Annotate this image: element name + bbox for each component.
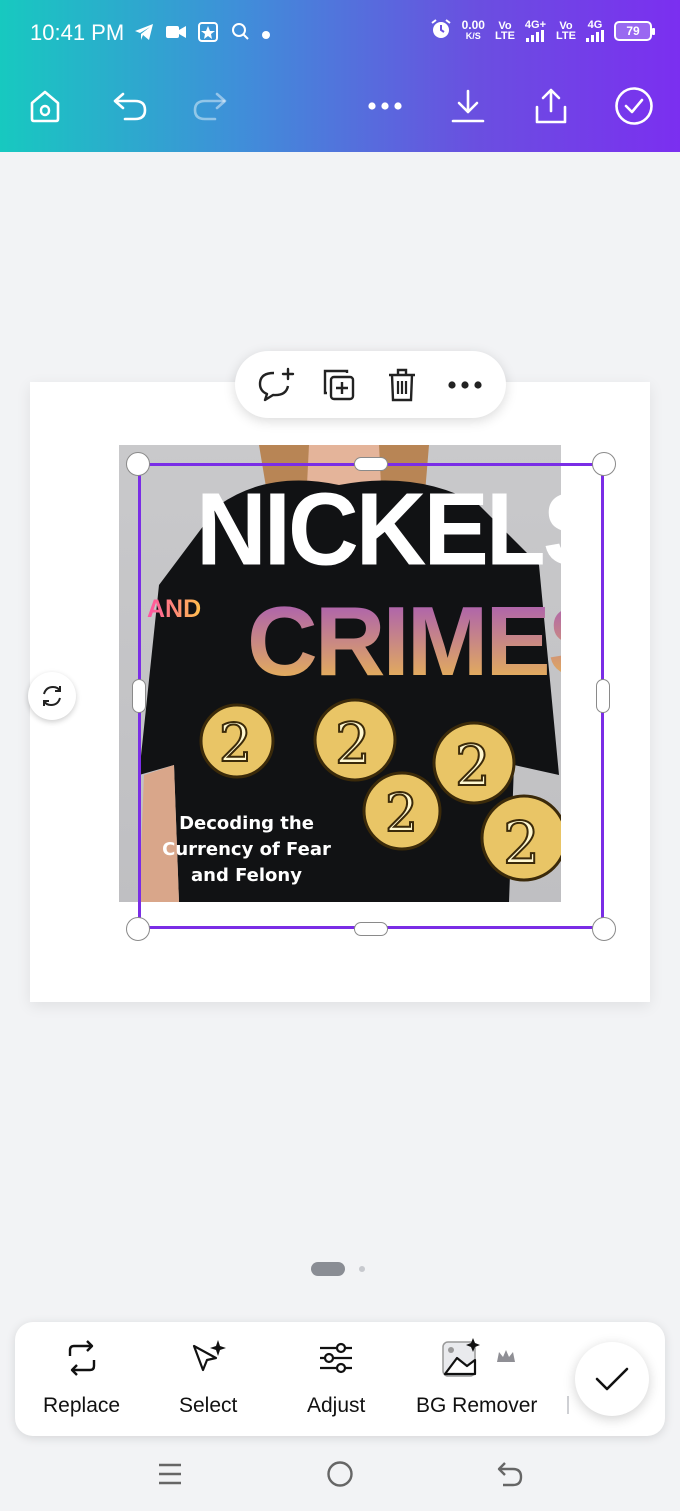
context-toolbar [235,351,506,418]
recents-button[interactable] [150,1454,190,1494]
page-indicator-current[interactable] [311,1262,345,1276]
add-comment-button[interactable] [252,361,300,409]
network-1: 4G+ [525,19,546,42]
status-indicators: 0.00 K/S Vo LTE 4G+ Vo LTE 4G 79 [430,17,655,43]
status-time: 10:41 PM [30,20,125,45]
bg-remover-label: BG Remover [416,1394,538,1417]
bg-remover-button[interactable]: BG Remover [416,1334,537,1418]
replace-label: Replace [43,1394,121,1417]
replace-button[interactable]: Replace [43,1334,120,1418]
page-indicator-dot[interactable] [359,1266,365,1272]
volte-1: Vo LTE [494,19,515,42]
battery-indicator: 79 [614,20,655,41]
back-button[interactable] [490,1454,530,1494]
home-button[interactable] [23,84,67,128]
network-2: 4G [586,19,604,42]
check-circle-icon [615,87,653,125]
back-icon [497,1462,523,1487]
telegram-icon [134,23,154,46]
share-icon [535,88,567,124]
download-icon [451,89,485,123]
more-button[interactable] [363,84,407,128]
status-bar: 10:41 PM 0.00 K/S Vo LTE 4G+ Vo LTE 4G 7… [0,0,680,68]
more-icon [368,102,402,110]
resize-handle-top-left[interactable] [126,452,150,476]
alarm-icon [430,18,452,43]
magic-select-icon [193,1340,227,1372]
system-nav-bar [0,1440,680,1511]
menu-icon [159,1463,181,1485]
app-icon [230,22,250,47]
select-label: Select [179,1394,238,1417]
home-icon [30,90,60,123]
comment-add-icon [259,367,295,401]
volte-2: Vo LTE [556,19,576,42]
app-icon [198,22,218,47]
adjust-icon [320,1342,353,1374]
confirm-button[interactable] [575,1342,649,1416]
signal-icon [526,29,545,42]
delete-icon [388,368,415,401]
undo-button[interactable] [108,84,152,128]
redo-button[interactable] [188,84,232,128]
more-icon [448,380,482,389]
adjust-label: Adjust [307,1394,366,1417]
resize-handle-top-right[interactable] [592,452,616,476]
select-button[interactable]: Select [179,1334,237,1418]
circle-icon [327,1461,353,1487]
resize-handle-bottom-left[interactable] [126,917,150,941]
adjust-button[interactable]: Adjust [307,1334,365,1418]
resize-handle-right[interactable] [596,679,610,713]
duplicate-icon [323,369,355,400]
resize-handle-bottom[interactable] [354,922,388,936]
done-button[interactable] [612,84,656,128]
rotate-icon [43,685,61,707]
replace-icon [68,1340,95,1376]
redo-icon [193,92,227,121]
page-indicator [311,1262,365,1276]
undo-icon [113,92,147,121]
app-header: 10:41 PM 0.00 K/S Vo LTE 4G+ Vo LTE 4G 7… [0,0,680,152]
resize-handle-left[interactable] [132,679,146,713]
home-nav-button[interactable] [320,1454,360,1494]
share-button[interactable] [529,84,573,128]
download-button[interactable] [446,84,490,128]
more-options-button[interactable] [441,361,489,409]
signal-icon [586,29,604,42]
rotate-button[interactable] [28,672,76,720]
dot-icon [262,26,270,44]
crown-icon [496,1350,515,1362]
selection-box [138,463,604,929]
bg-remover-icon [441,1338,515,1377]
overflow-indicator [567,1396,569,1414]
check-icon [595,1367,629,1391]
status-app-icons [134,22,270,47]
image-tools-panel: Replace Select Adjust BG Remover [15,1322,665,1436]
duplicate-button[interactable] [315,361,363,409]
video-icon [166,25,186,44]
net-speed: 0.00 K/S [461,17,485,41]
resize-handle-top[interactable] [354,457,388,471]
delete-button[interactable] [378,361,426,409]
resize-handle-bottom-right[interactable] [592,917,616,941]
